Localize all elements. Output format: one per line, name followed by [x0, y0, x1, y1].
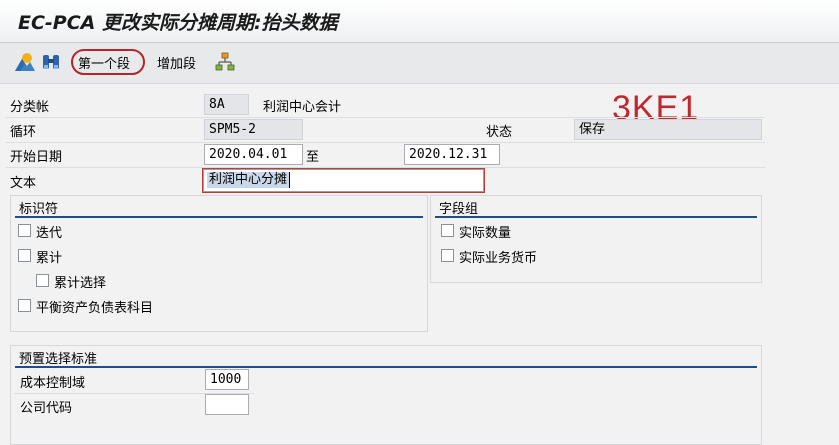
status-label: 状态 [486, 125, 513, 140]
iterative-checkbox[interactable] [18, 224, 31, 237]
controlling-area-label: 成本控制域 [20, 376, 86, 391]
start-date-label: 开始日期 [10, 150, 63, 165]
add-segment-button[interactable]: 增加段 [157, 53, 196, 72]
cycle-field[interactable]: SPM5-2 [204, 119, 303, 140]
iterative-label: 迭代 [36, 226, 63, 241]
cycle-label: 循环 [10, 125, 37, 140]
actual-business-currency-checkbox[interactable] [441, 249, 454, 262]
actual-quantity-checkbox[interactable] [441, 224, 454, 237]
row-divider [5, 167, 765, 168]
binoculars-icon[interactable] [40, 51, 62, 73]
identifier-group-title: 标识符 [19, 202, 59, 217]
actual-business-currency-label: 实际业务货币 [459, 251, 538, 266]
balance-sheet-label: 平衡资产负债表科目 [36, 301, 154, 316]
group-rule [435, 216, 757, 218]
first-segment-button[interactable]: 第一个段 [78, 53, 130, 72]
cumulative-selection-checkbox[interactable] [36, 274, 49, 287]
cumulative-checkbox[interactable] [18, 249, 31, 262]
date-to-label: 至 [306, 150, 320, 165]
row-divider [5, 117, 765, 118]
balance-sheet-checkbox[interactable] [18, 299, 31, 312]
text-label: 文本 [10, 176, 37, 191]
start-date-to-field[interactable]: 2020.12.31 [404, 144, 500, 165]
row-divider [5, 142, 765, 143]
ledger-field[interactable]: 8A [204, 94, 249, 115]
start-date-from-field[interactable]: 2020.04.01 [204, 144, 303, 165]
mountain-sun-icon[interactable] [14, 51, 36, 73]
title-bar: EC-PCA 更改实际分摊周期:抬头数据 [0, 0, 839, 43]
preset-criteria-title: 预置选择标准 [19, 352, 98, 367]
ledger-description: 利润中心会计 [263, 100, 342, 115]
actual-quantity-label: 实际数量 [459, 226, 512, 241]
application-toolbar: 第一个段 增加段 3KE1 [0, 43, 839, 127]
field-group-title: 字段组 [439, 202, 479, 217]
ledger-label: 分类帐 [10, 100, 50, 115]
text-input[interactable]: 利润中心分摊 [202, 168, 485, 193]
status-field[interactable]: 保存 [574, 119, 762, 140]
group-rule [15, 216, 423, 218]
preset-criteria-group: 预置选择标准 [10, 345, 762, 445]
text-input-value: 利润中心分摊 [207, 172, 291, 188]
cumulative-label: 累计 [36, 251, 63, 266]
controlling-area-field[interactable]: 1000 [205, 369, 249, 390]
company-code-field[interactable] [205, 394, 249, 415]
hierarchy-icon[interactable] [214, 51, 236, 73]
cumulative-selection-label: 累计选择 [54, 276, 107, 291]
company-code-label: 公司代码 [20, 401, 73, 416]
page-title: EC-PCA 更改实际分摊周期:抬头数据 [18, 12, 338, 34]
group-rule [15, 366, 757, 368]
